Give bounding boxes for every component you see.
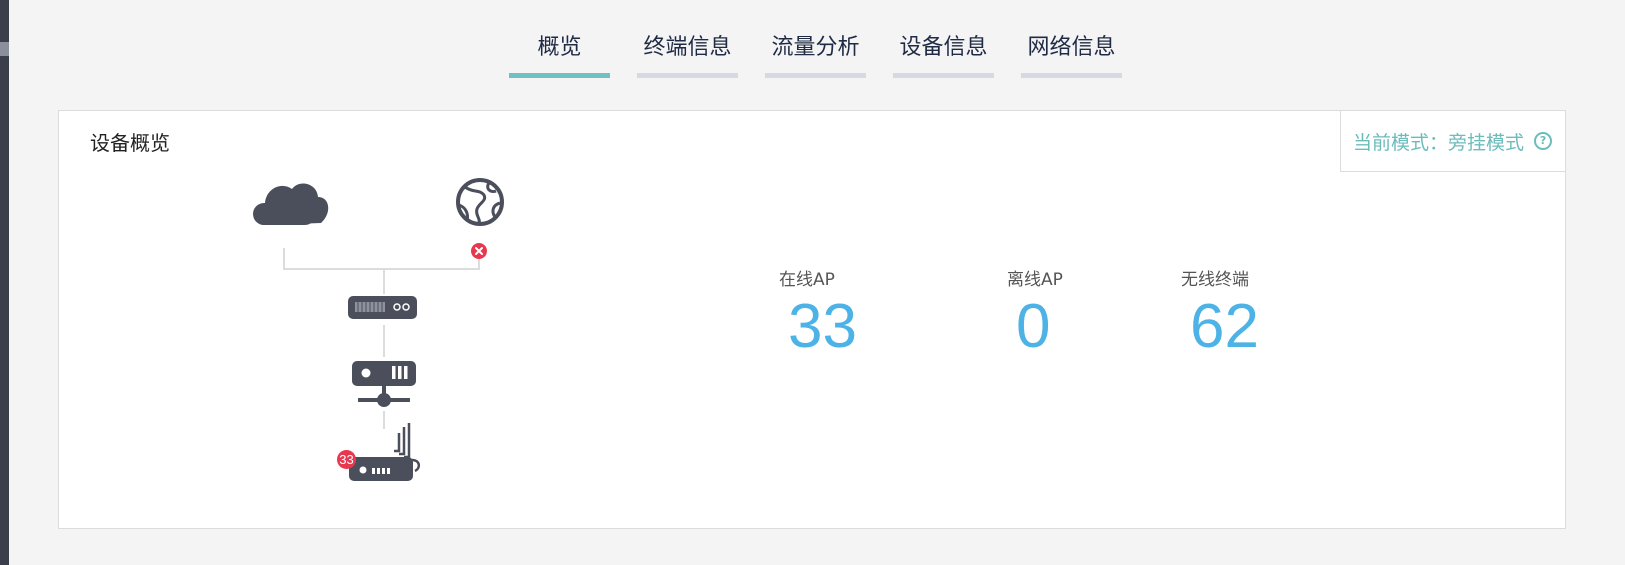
tab-indicator — [893, 73, 994, 78]
tab-device-info[interactable]: 设备信息 — [893, 30, 994, 78]
stat-label: 离线AP — [1007, 270, 1063, 290]
stat-label: 在线AP — [779, 270, 835, 290]
tab-overview[interactable]: 概览 — [509, 30, 610, 78]
stat-online-ap: 在线AP 33 — [779, 265, 857, 360]
tab-label: 网络信息 — [1027, 35, 1116, 60]
tab-label: 设备信息 — [899, 35, 988, 60]
tab-terminal-info[interactable]: 终端信息 — [637, 30, 738, 78]
stat-offline-ap: 离线AP 0 — [1007, 265, 1063, 360]
topology-lines — [283, 248, 480, 429]
stat-value[interactable]: 62 — [1190, 294, 1259, 360]
device-overview-panel: 设备概览 当前模式：旁挂模式 ? 33 在线AP 33 离线AP 0 无线终端 … — [58, 110, 1566, 529]
tab-label: 概览 — [537, 35, 582, 60]
help-icon[interactable]: ? — [1534, 132, 1553, 150]
current-mode-box: 当前模式：旁挂模式 ? — [1340, 110, 1566, 172]
tab-indicator — [637, 73, 738, 78]
stat-label: 无线终端 — [1181, 270, 1249, 290]
left-rail — [0, 0, 9, 565]
tab-indicator — [509, 73, 610, 78]
tab-traffic-analysis[interactable]: 流量分析 — [765, 30, 866, 78]
stat-value[interactable]: 0 — [1016, 294, 1063, 360]
tab-indicator — [765, 73, 866, 78]
network-topology: 33 — [59, 111, 579, 530]
tab-indicator — [1021, 73, 1122, 78]
tab-label: 终端信息 — [643, 35, 732, 60]
stat-wireless-clients: 无线终端 62 — [1181, 265, 1259, 360]
tab-label: 流量分析 — [771, 35, 860, 60]
stat-value[interactable]: 33 — [788, 294, 857, 360]
ap-count-badge: 33 — [337, 450, 356, 469]
current-mode-text: 当前模式：旁挂模式 — [1353, 131, 1525, 154]
rail-scroll-marker — [0, 42, 9, 56]
tab-network-info[interactable]: 网络信息 — [1021, 30, 1122, 78]
